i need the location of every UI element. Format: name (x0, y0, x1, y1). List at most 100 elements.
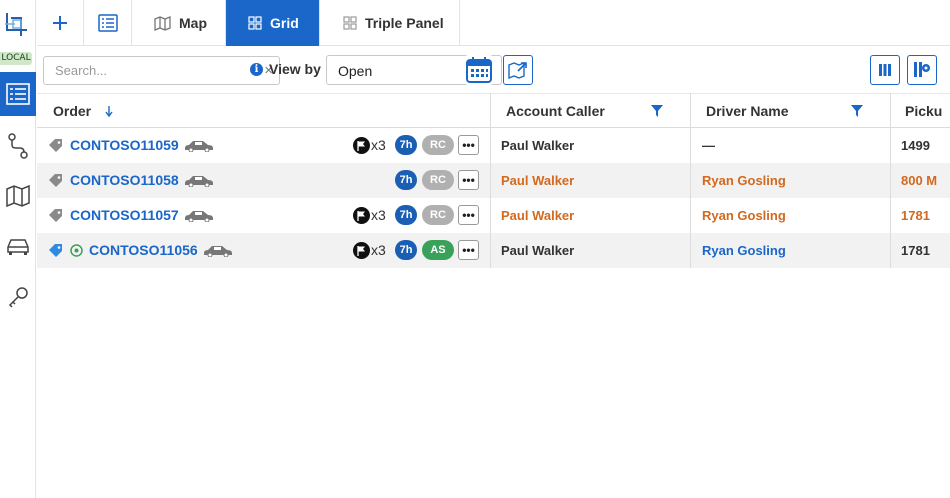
driver-name-cell: Ryan Gosling (691, 163, 891, 198)
hours-badge: 7h (395, 170, 417, 190)
grid-toolbar: × i View by Open (37, 47, 950, 93)
account-caller-cell: Paul Walker (491, 128, 691, 163)
tab-triple-panel[interactable]: Triple Panel (320, 0, 460, 46)
pickup-address: 1781 (901, 243, 930, 258)
car-icon (7, 239, 29, 255)
order-cell: CONTOSO11059 x3 7h RC ••• (37, 128, 491, 163)
driver-name: Ryan Gosling (702, 243, 786, 258)
table-row[interactable]: CONTOSO11059 x3 7h RC ••• Paul Walker — 1499 (37, 128, 950, 163)
rail-item-keys[interactable] (0, 276, 36, 320)
column-header-account-caller[interactable]: Account Caller (491, 93, 691, 128)
account-caller-name: Paul Walker (501, 208, 575, 223)
pickup-cell: 1499 (891, 128, 950, 163)
search-box: × (43, 56, 280, 85)
more-actions-button[interactable]: ••• (458, 205, 479, 225)
rail-item-map[interactable] (0, 174, 36, 218)
view-by-label: View by (269, 61, 321, 77)
table-row[interactable]: CONTOSO11056 x3 7h AS ••• Paul Walker Ryan Gos… (37, 233, 950, 268)
column-header-label: Order (53, 102, 92, 119)
flag-count: x3 (371, 242, 386, 258)
driver-name: Ryan Gosling (702, 208, 786, 223)
car-icon (185, 176, 213, 187)
more-actions-button[interactable]: ••• (458, 135, 479, 155)
order-id-link[interactable]: CONTOSO11058 (70, 172, 179, 188)
column-header-driver-name[interactable]: Driver Name (691, 93, 891, 128)
calendar-icon (466, 57, 492, 83)
rail-item-vehicles[interactable] (0, 224, 36, 268)
car-icon (185, 211, 213, 222)
status-badge: RC (422, 205, 454, 225)
order-cell: CONTOSO11058 7h RC ••• (37, 163, 491, 198)
order-id-link[interactable]: CONTOSO11056 (89, 242, 198, 258)
column-header-order[interactable]: Order (37, 93, 491, 128)
top-tab-bar: Map Grid Triple Panel (37, 0, 950, 46)
tag-icon (49, 244, 62, 257)
pickup-address: 1499 (901, 138, 930, 153)
list-view-button[interactable] (84, 0, 132, 46)
account-caller-cell: Paul Walker (491, 198, 691, 233)
view-by-value: Open (338, 63, 373, 79)
driver-name: — (702, 138, 715, 153)
account-caller-name: Paul Walker (501, 138, 575, 153)
flag-icon (353, 137, 370, 154)
info-icon[interactable]: i (250, 63, 263, 76)
columns-button[interactable] (870, 55, 900, 85)
table-row[interactable]: CONTOSO11058 7h RC ••• Paul Walker Ryan Gosli… (37, 163, 950, 198)
sort-down-icon[interactable] (105, 105, 113, 117)
tab-map[interactable]: Map (132, 0, 226, 46)
pickup-cell: 800 M (891, 163, 950, 198)
column-settings-button[interactable] (907, 55, 937, 85)
app-logo-icon[interactable] (3, 10, 31, 40)
key-icon (8, 287, 28, 308)
tab-label: Grid (270, 15, 299, 31)
environment-badge: LOCAL (0, 52, 32, 65)
flag-icon (353, 207, 370, 224)
plus-icon (53, 16, 67, 30)
car-icon (185, 141, 213, 152)
status-badge: RC (422, 135, 454, 155)
flag-icon (353, 242, 370, 259)
order-cell: CONTOSO11057 x3 7h RC ••• (37, 198, 491, 233)
more-actions-button[interactable]: ••• (458, 170, 479, 190)
map-export-button[interactable] (503, 55, 533, 85)
rail-item-grid[interactable] (0, 72, 36, 116)
column-header-label: Driver Name (706, 102, 789, 119)
tag-icon (49, 174, 62, 187)
column-header-label: Picku (905, 102, 943, 119)
tag-icon (49, 139, 62, 152)
route-icon (8, 133, 28, 159)
order-id-link[interactable]: CONTOSO11057 (70, 207, 179, 223)
add-tab-button[interactable] (37, 0, 84, 46)
flag-count: x3 (371, 137, 386, 153)
left-rail: LOCAL (0, 0, 36, 498)
grid-icon (343, 16, 357, 30)
rail-item-routes[interactable] (0, 124, 36, 168)
driver-name-cell[interactable]: Ryan Gosling (691, 233, 891, 268)
status-badge: RC (422, 170, 454, 190)
table-row[interactable]: CONTOSO11057 x3 7h RC ••• Paul Walker Ryan Gos… (37, 198, 950, 233)
account-caller-cell: Paul Walker (491, 163, 691, 198)
order-id-link[interactable]: CONTOSO11059 (70, 137, 179, 153)
tab-grid[interactable]: Grid (226, 0, 320, 46)
search-input[interactable] (44, 57, 244, 84)
grid-list-icon (6, 83, 30, 105)
column-header-label: Account Caller (506, 102, 605, 119)
tab-label: Triple Panel (365, 15, 444, 31)
order-cell: CONTOSO11056 x3 7h AS ••• (37, 233, 491, 268)
column-header-pickup[interactable]: Picku (891, 93, 950, 128)
tab-label: Map (179, 15, 207, 31)
account-caller-name: Paul Walker (501, 173, 575, 188)
driver-name: Ryan Gosling (702, 173, 786, 188)
columns-icon (879, 64, 891, 76)
pickup-address: 1781 (901, 208, 930, 223)
more-actions-button[interactable]: ••• (458, 240, 479, 260)
pickup-cell: 1781 (891, 198, 950, 233)
map-export-icon (508, 61, 527, 79)
calendar-button[interactable] (465, 55, 493, 85)
map-icon (6, 185, 30, 207)
driver-name-cell: Ryan Gosling (691, 198, 891, 233)
column-settings-icon (914, 62, 930, 77)
flag-count: x3 (371, 207, 386, 223)
filter-icon[interactable] (851, 105, 863, 117)
filter-icon[interactable] (651, 105, 663, 117)
